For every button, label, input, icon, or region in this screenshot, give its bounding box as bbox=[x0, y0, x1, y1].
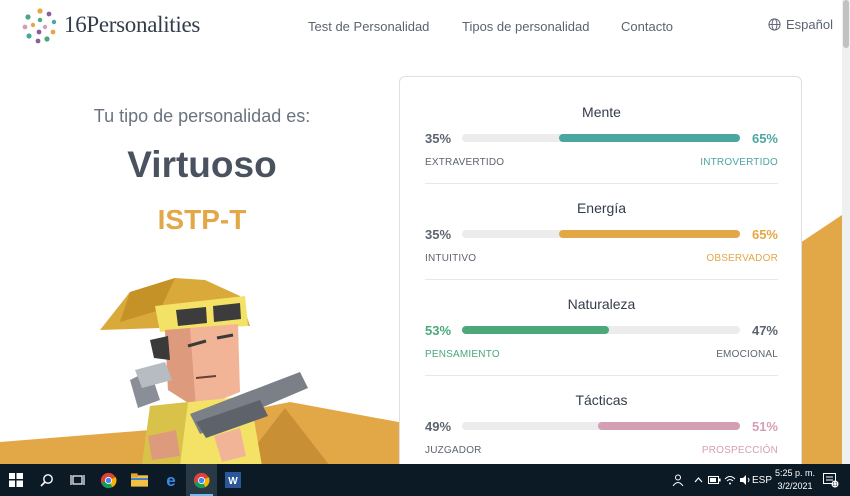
trait-left-percent: 53% bbox=[425, 323, 452, 338]
trait-left-label: INTUITIVO bbox=[425, 253, 477, 264]
trait-title: Mente bbox=[582, 104, 621, 120]
wifi-icon[interactable] bbox=[722, 464, 738, 496]
trait-tactics: Tácticas 49% 51% JUZGADOR PROSPECCIÓN bbox=[400, 365, 801, 461]
chrome-icon[interactable] bbox=[93, 464, 124, 496]
trait-right-percent: 65% bbox=[751, 227, 778, 242]
chevron-up-icon[interactable] bbox=[690, 464, 706, 496]
trait-bar-fill bbox=[559, 230, 740, 238]
edge-icon[interactable]: e bbox=[155, 464, 186, 496]
trait-left-label: EXTRAVERTIDO bbox=[425, 157, 505, 168]
clock-date: 3/2/2021 bbox=[777, 481, 813, 491]
trait-right-percent: 65% bbox=[751, 131, 778, 146]
svg-text:e: e bbox=[166, 472, 175, 488]
nav-test-link[interactable]: Test de Personalidad bbox=[308, 19, 429, 34]
input-language[interactable]: ESP bbox=[752, 464, 772, 496]
language-selector[interactable]: Español bbox=[768, 17, 833, 32]
virtuoso-character-illustration bbox=[0, 278, 420, 466]
site-header: 16Personalities Test de Personalidad Tip… bbox=[0, 0, 850, 54]
trait-mind: Mente 35% 65% EXTRAVERTIDO INTROVERTIDO bbox=[400, 77, 801, 184]
search-icon[interactable] bbox=[31, 464, 62, 496]
trait-right-label: EMOCIONAL bbox=[716, 349, 778, 360]
globe-icon bbox=[768, 18, 781, 31]
brand-name[interactable]: 16Personalities bbox=[64, 12, 200, 38]
windows-taskbar: e W ESP 5:25 p. m. 3/2/2021 11 bbox=[0, 464, 850, 496]
trait-nature: Naturaleza 53% 47% PENSAMIENTO EMOCIONAL bbox=[400, 269, 801, 376]
notification-count: 11 bbox=[832, 482, 837, 488]
trait-left-label: PENSAMIENTO bbox=[425, 349, 500, 360]
system-clock[interactable]: 5:25 p. m. 3/2/2021 bbox=[772, 467, 818, 493]
page: 16Personalities Test de Personalidad Tip… bbox=[0, 0, 850, 496]
file-explorer-icon[interactable] bbox=[124, 464, 155, 496]
people-icon[interactable] bbox=[668, 464, 688, 496]
trait-title: Naturaleza bbox=[567, 296, 636, 312]
brand-logo-icon[interactable] bbox=[20, 6, 60, 46]
trait-bar-fill bbox=[598, 422, 740, 430]
trait-right-label: INTROVERTIDO bbox=[700, 157, 778, 168]
task-view-icon[interactable] bbox=[62, 464, 93, 496]
decorative-background-shape bbox=[800, 215, 842, 465]
trait-right-label: OBSERVADOR bbox=[706, 253, 778, 264]
trait-bar-fill bbox=[462, 326, 609, 334]
svg-text:W: W bbox=[228, 476, 238, 487]
windows-start-icon[interactable] bbox=[0, 464, 31, 496]
nav-types-link[interactable]: Tipos de personalidad bbox=[462, 19, 589, 34]
trait-right-percent: 51% bbox=[751, 419, 778, 434]
personality-type-name: Virtuoso bbox=[127, 144, 277, 185]
word-icon[interactable]: W bbox=[217, 464, 248, 496]
trait-energy: Energía 35% 65% INTUITIVO OBSERVADOR bbox=[400, 173, 801, 280]
nav-contact-link[interactable]: Contacto bbox=[621, 19, 673, 34]
intro-text: Tu tipo de personalidad es: bbox=[93, 106, 311, 126]
trait-left-percent: 49% bbox=[425, 419, 452, 434]
trait-bar bbox=[462, 134, 740, 142]
traits-card: Mente 35% 65% EXTRAVERTIDO INTROVERTIDO … bbox=[399, 76, 802, 476]
trait-bar bbox=[462, 230, 740, 238]
chrome-icon[interactable] bbox=[186, 464, 217, 496]
trait-right-label: PROSPECCIÓN bbox=[701, 445, 778, 456]
trait-title: Energía bbox=[576, 200, 627, 216]
trait-bar bbox=[462, 326, 740, 334]
trait-bar bbox=[462, 422, 740, 430]
scrollbar-thumb[interactable] bbox=[843, 0, 849, 48]
battery-icon[interactable] bbox=[706, 464, 722, 496]
trait-bar-fill bbox=[559, 134, 740, 142]
page-scrollbar[interactable] bbox=[842, 0, 850, 464]
language-label: Español bbox=[786, 17, 833, 32]
trait-left-percent: 35% bbox=[425, 131, 452, 146]
trait-left-label: JUZGADOR bbox=[425, 445, 482, 456]
trait-title: Tácticas bbox=[575, 392, 628, 408]
trait-right-percent: 47% bbox=[751, 323, 778, 338]
notification-center-icon[interactable]: 11 bbox=[820, 464, 842, 496]
clock-time: 5:25 p. m. bbox=[774, 468, 816, 478]
trait-left-percent: 35% bbox=[425, 227, 452, 242]
